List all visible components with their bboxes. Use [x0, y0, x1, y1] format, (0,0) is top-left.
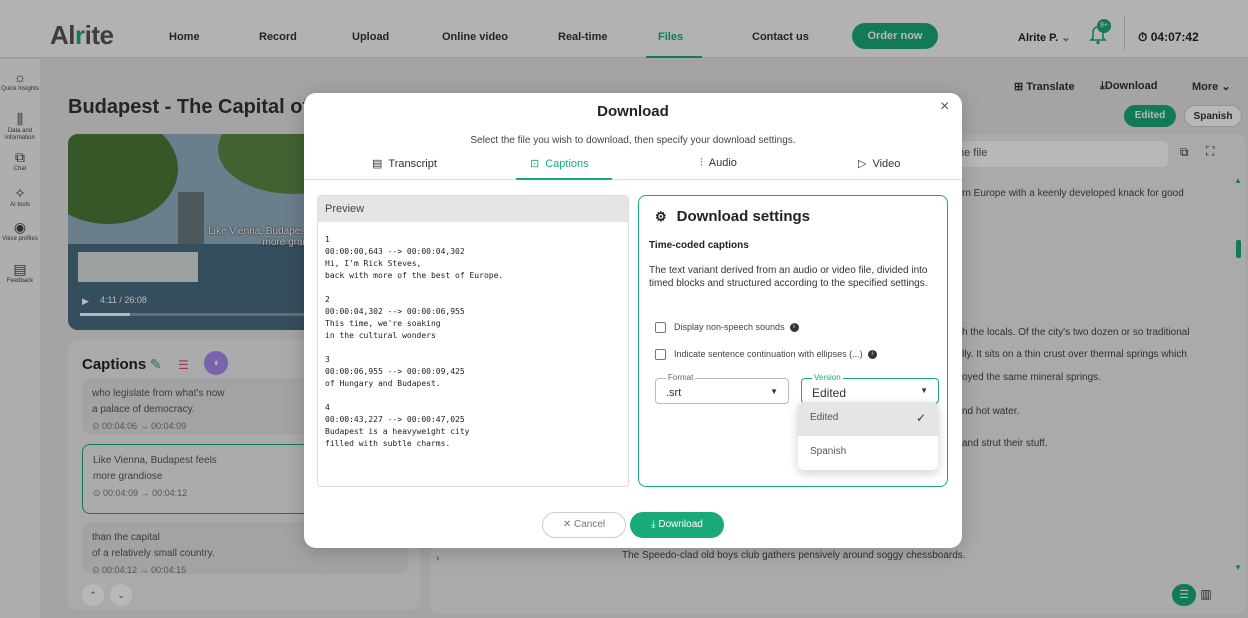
version-label: Version	[812, 373, 843, 382]
waveform-icon: ⫶	[700, 157, 703, 169]
settings-heading: ⚙ Download settings	[655, 208, 810, 225]
captions-icon: ⊡	[530, 158, 540, 170]
tab-captions[interactable]: ⊡ Captions	[530, 157, 589, 170]
tab-video[interactable]: ▷ Video	[858, 157, 900, 170]
dialog-title: Download	[597, 103, 669, 120]
checkbox[interactable]	[655, 322, 666, 334]
checkbox-non-speech[interactable]: Display non-speech sounds i	[655, 322, 799, 334]
checkbox-ellipses[interactable]: Indicate sentence continuation with elli…	[655, 349, 877, 361]
caret-down-icon: ▼	[770, 387, 778, 396]
info-icon[interactable]: i	[867, 350, 877, 360]
tab-audio[interactable]: ⫶ Audio	[700, 157, 737, 170]
download-button[interactable]: ⤓ Download	[630, 512, 724, 538]
check-icon: ✓	[915, 411, 926, 425]
video-icon: ▷	[858, 158, 867, 170]
tab-label: Transcript	[388, 158, 437, 170]
document-icon: ▤	[372, 158, 383, 170]
tab-active-indicator	[516, 178, 612, 180]
settings-description: The text variant derived from an audio o…	[649, 265, 928, 289]
format-label: Format	[666, 373, 696, 382]
option-label: Edited	[810, 412, 839, 423]
dialog-subtitle: Select the file you wish to download, th…	[470, 135, 796, 146]
tab-label: Video	[872, 158, 901, 170]
option-edited[interactable]: Edited ✓	[798, 402, 938, 436]
version-select[interactable]: Version Edited ▼	[801, 373, 939, 404]
info-icon[interactable]: i	[789, 323, 799, 333]
cancel-button[interactable]: ✕ Cancel	[542, 512, 626, 538]
checkbox-label: Indicate sentence continuation with elli…	[674, 349, 863, 359]
caret-down-icon: ▼	[920, 386, 928, 395]
gear-icon: ⚙	[655, 209, 667, 224]
download-dialog: Download × Select the file you wish to d…	[304, 93, 962, 548]
checkbox-label: Display non-speech sounds	[674, 322, 785, 332]
tab-label: Captions	[545, 158, 589, 170]
tab-transcript[interactable]: ▤ Transcript	[372, 157, 437, 170]
tab-divider	[304, 179, 962, 180]
preview-heading: Preview	[318, 196, 628, 222]
format-value: .srt	[666, 387, 682, 399]
preview-text: 1 00:00:00,643 --> 00:00:04,302 Hi, I'm …	[325, 235, 504, 448]
version-value: Edited	[812, 386, 847, 400]
settings-title: Download settings	[676, 208, 810, 225]
format-select[interactable]: Format .srt ▼	[655, 373, 789, 404]
preview-panel[interactable]: Preview 1 00:00:00,643 --> 00:00:04,302 …	[317, 195, 629, 487]
version-dropdown: Edited ✓ Spanish	[798, 402, 938, 470]
option-label: Spanish	[810, 446, 847, 457]
tab-label: Audio	[708, 157, 737, 169]
settings-subheading: Time-coded captions	[649, 240, 749, 251]
option-spanish[interactable]: Spanish	[798, 436, 938, 470]
close-icon[interactable]: ×	[940, 98, 949, 116]
checkbox[interactable]	[655, 349, 666, 361]
